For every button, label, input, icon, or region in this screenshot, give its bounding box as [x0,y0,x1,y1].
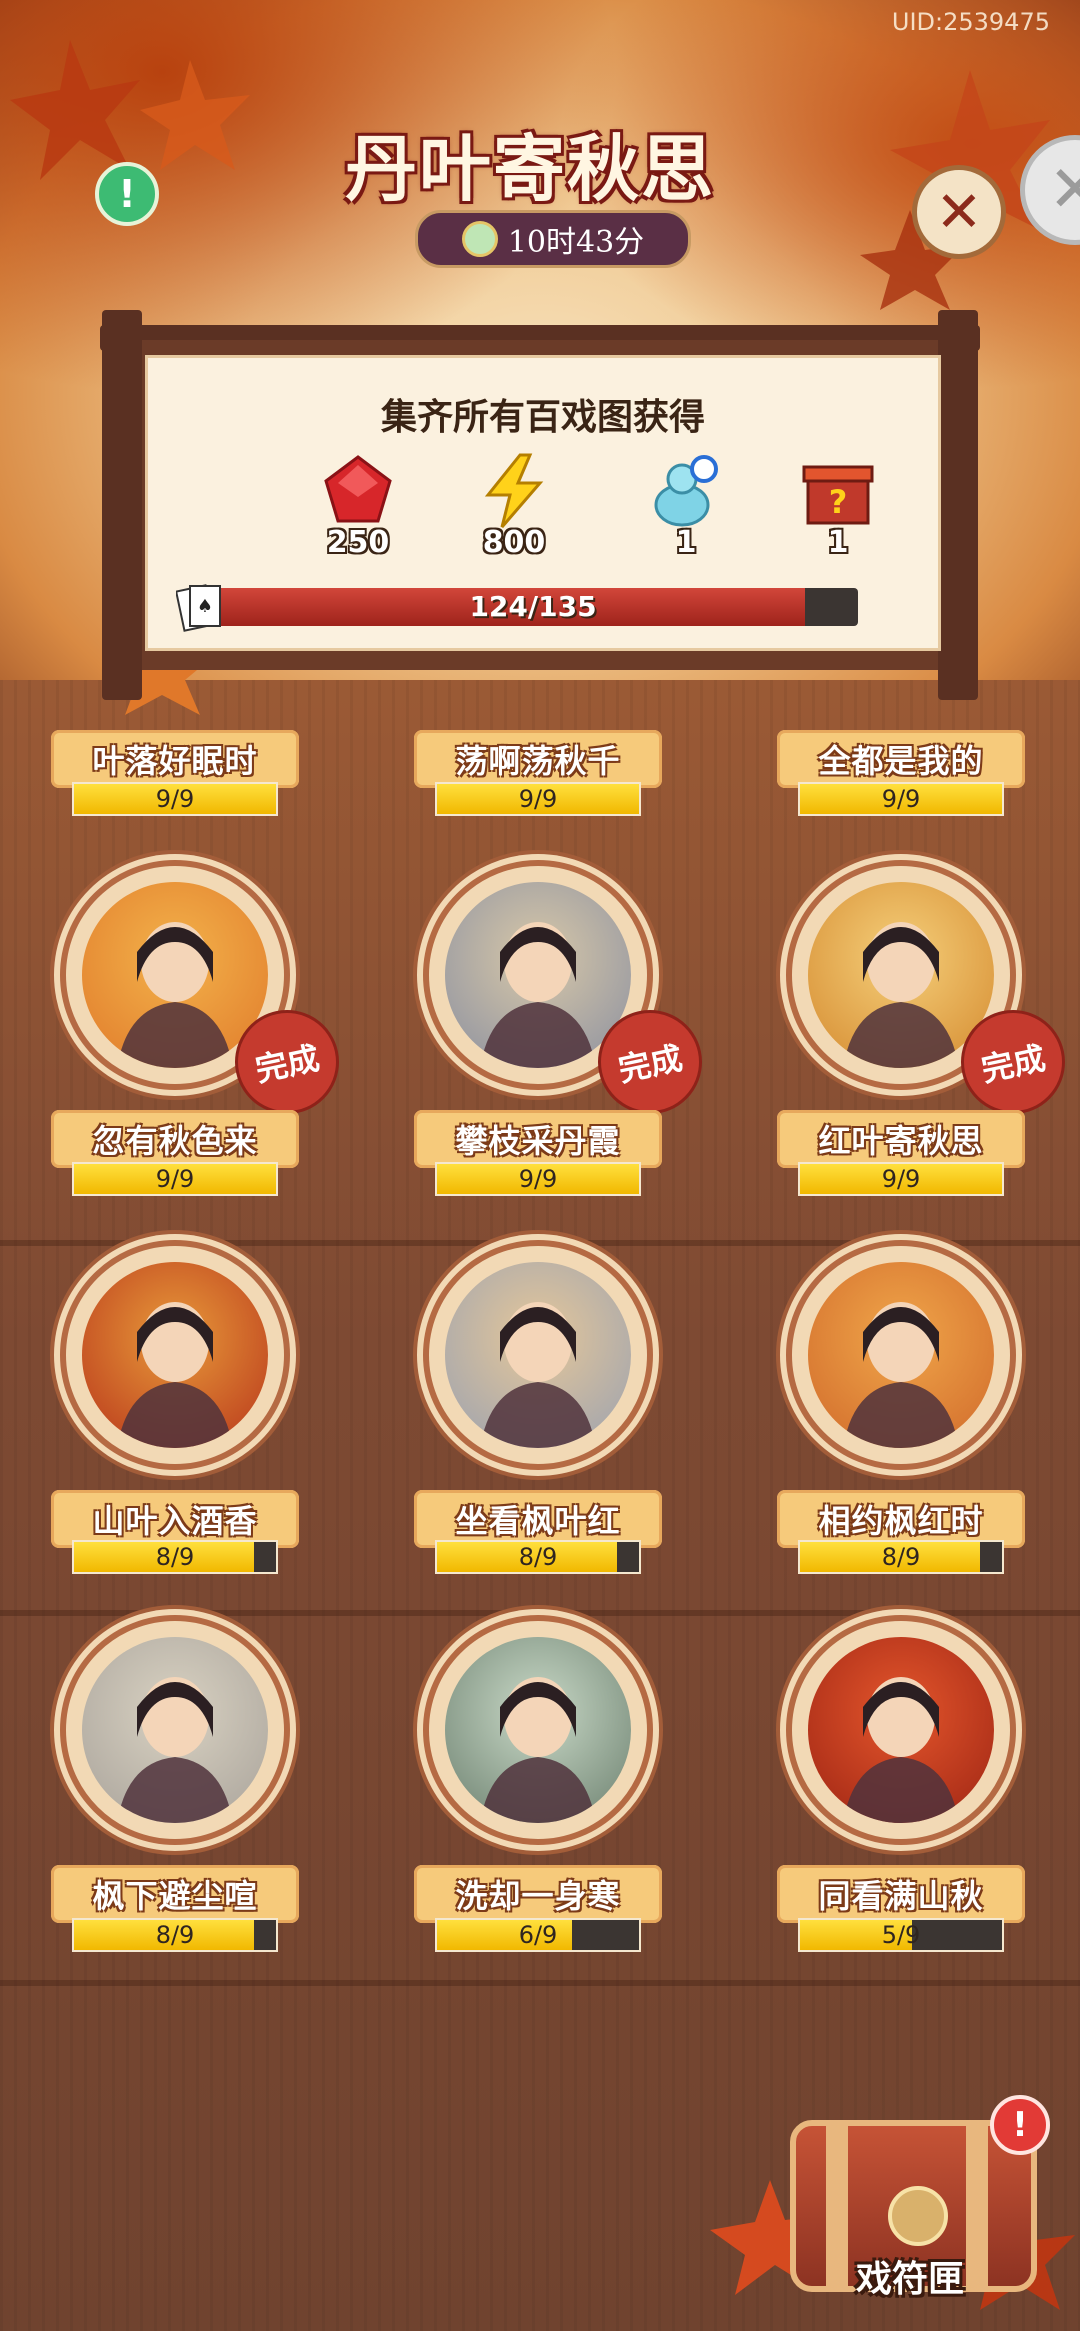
info-icon[interactable]: ! [95,162,159,226]
card-progress: 9/9 [435,1162,641,1196]
card-portrait[interactable] [423,1240,653,1470]
portrait-image [445,1262,631,1448]
reward-count: 250 [326,525,390,560]
panel-heading: 集齐所有百戏图获得 [380,396,705,438]
card-count: 8/9 [881,1543,921,1571]
reward-count: 1 [675,525,697,560]
card-name: 全都是我的 [777,730,1025,788]
clock-icon [461,221,498,257]
card-portrait[interactable] [60,1240,290,1470]
card-progress: 8/9 [72,1918,278,1952]
svg-text:?: ? [829,483,848,521]
card-count: 9/9 [155,785,195,813]
card-name: 同看满山秋 [777,1865,1025,1923]
lightning-icon [484,453,544,528]
card-name: 洗却一身寒 [414,1865,662,1923]
card-count: 9/9 [518,1165,558,1193]
card-name: 枫下避尘喧 [51,1865,299,1923]
card-progress: 9/9 [798,782,1004,816]
event-timer: 10时43分 [415,210,691,268]
collection-progress: ♠ 124/135 [176,584,858,632]
card-progress: 9/9 [798,1162,1004,1196]
card-count: 8/9 [155,1921,195,1949]
red-gem-icon [324,455,392,523]
card-portrait[interactable]: 完成 [423,860,712,1124]
portrait-image [808,1262,994,1448]
reward-item[interactable]: 1 [626,453,746,560]
reward-count: 1 [827,525,849,560]
card-portrait[interactable] [786,1615,1016,1845]
reward-count: 800 [482,525,546,560]
card-count: 6/9 [518,1921,558,1949]
portrait-image [82,1637,268,1823]
card-name: 攀枝采丹霞 [414,1110,662,1168]
uid-label: UID:2539475 [891,8,1050,36]
card-progress: 9/9 [72,782,278,816]
card-count: 9/9 [518,785,558,813]
chest-label[interactable]: 戏符匣 [845,2250,975,2302]
card-count: 9/9 [881,1165,921,1193]
card-name: 荡啊荡秋千 [414,730,662,788]
card-name: 红叶寄秋思 [777,1110,1025,1168]
card-progress: 6/9 [435,1918,641,1952]
event-title: 丹叶寄秋思 [344,126,715,211]
card-progress: 5/9 [798,1918,1004,1952]
card-portrait[interactable]: 完成 [60,860,349,1124]
card-progress: 8/9 [72,1540,278,1574]
card-count: 9/9 [155,1165,195,1193]
card-count: 9/9 [881,785,921,813]
card-progress: 9/9 [435,782,641,816]
reward-item[interactable]: 800 [454,453,574,560]
card-portrait[interactable] [60,1615,290,1845]
reward-panel: 集齐所有百戏图获得 250 800 1 ? 1 ♠ 124/135 [145,355,941,651]
gourd-magnifier-icon [654,455,718,527]
progress-text: 124/135 [469,590,597,623]
card-count: 5/9 [881,1921,921,1949]
card-name: 叶落好眠时 [51,730,299,788]
card-name: 忽有秋色来 [51,1110,299,1168]
card-count: 8/9 [155,1543,195,1571]
close-button[interactable]: ✕ [912,165,1006,259]
card-progress: 9/9 [72,1162,278,1196]
card-progress: 8/9 [798,1540,1004,1574]
portrait-image [808,1637,994,1823]
card-portrait[interactable] [423,1615,653,1845]
portrait-image [82,1262,268,1448]
mystery-box-icon: ? [802,465,874,525]
chest-lock-icon [888,2186,948,2246]
alert-icon: ! [990,2095,1050,2155]
card-portrait[interactable]: 完成 [786,860,1075,1124]
portrait-image [445,1637,631,1823]
timer-text: 10时43分 [507,225,645,260]
reward-item[interactable]: 250 [298,453,418,560]
reward-item[interactable]: ? 1 [778,453,898,560]
card-progress: 8/9 [435,1540,641,1574]
card-count: 8/9 [518,1543,558,1571]
card-portrait[interactable] [786,1240,1016,1470]
